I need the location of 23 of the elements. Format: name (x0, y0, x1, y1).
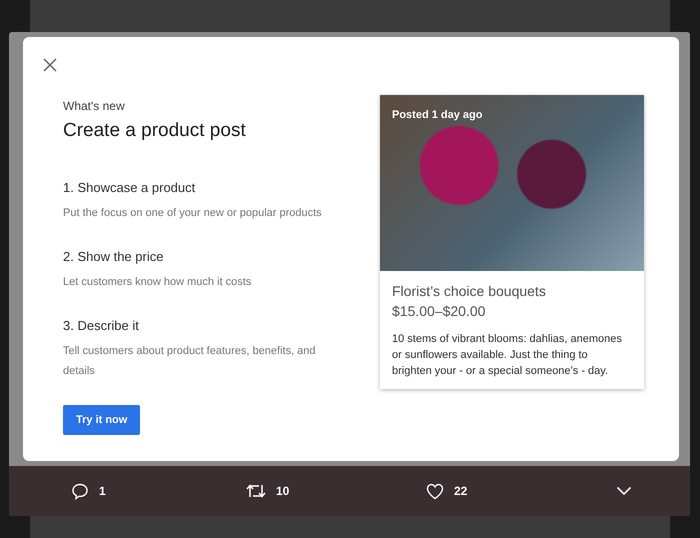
step-description: Tell customers about product features, benefits, and details (63, 344, 317, 379)
dialog-title: Create a product post (63, 120, 247, 142)
step-description: Let customers know how much it costs (63, 275, 252, 290)
product-price: $15.00–$20.00 (392, 303, 486, 319)
step-title: 2. Show the price (63, 249, 164, 264)
posted-label: Posted 1 day ago (392, 109, 482, 121)
eyebrow-label: What's new (63, 99, 126, 113)
close-icon (43, 58, 57, 72)
step-title: 1. Showcase a product (63, 180, 196, 195)
more-button[interactable] (616, 486, 632, 496)
product-description: 10 stems of vibrant blooms: dahlias, anemones or sunflowers available. Just the thing to brighten your - or a special someone’s - day. (392, 332, 623, 379)
retweet-button[interactable]: 10 (246, 483, 290, 499)
step-description: Put the focus on one of your new or popular products (63, 206, 323, 221)
try-it-now-button[interactable]: Try it now (63, 405, 140, 435)
close-button[interactable] (43, 58, 57, 72)
step-title: 3. Describe it (63, 318, 140, 333)
chevron-down-icon (616, 486, 632, 496)
product-title: Florist’s choice bouquets (392, 283, 547, 299)
reply-button[interactable]: 1 (71, 482, 106, 500)
repeat-arrows-icon (246, 483, 266, 499)
speech-bubble-icon (71, 482, 89, 500)
heart-icon (426, 482, 444, 500)
like-button[interactable]: 22 (426, 482, 468, 500)
